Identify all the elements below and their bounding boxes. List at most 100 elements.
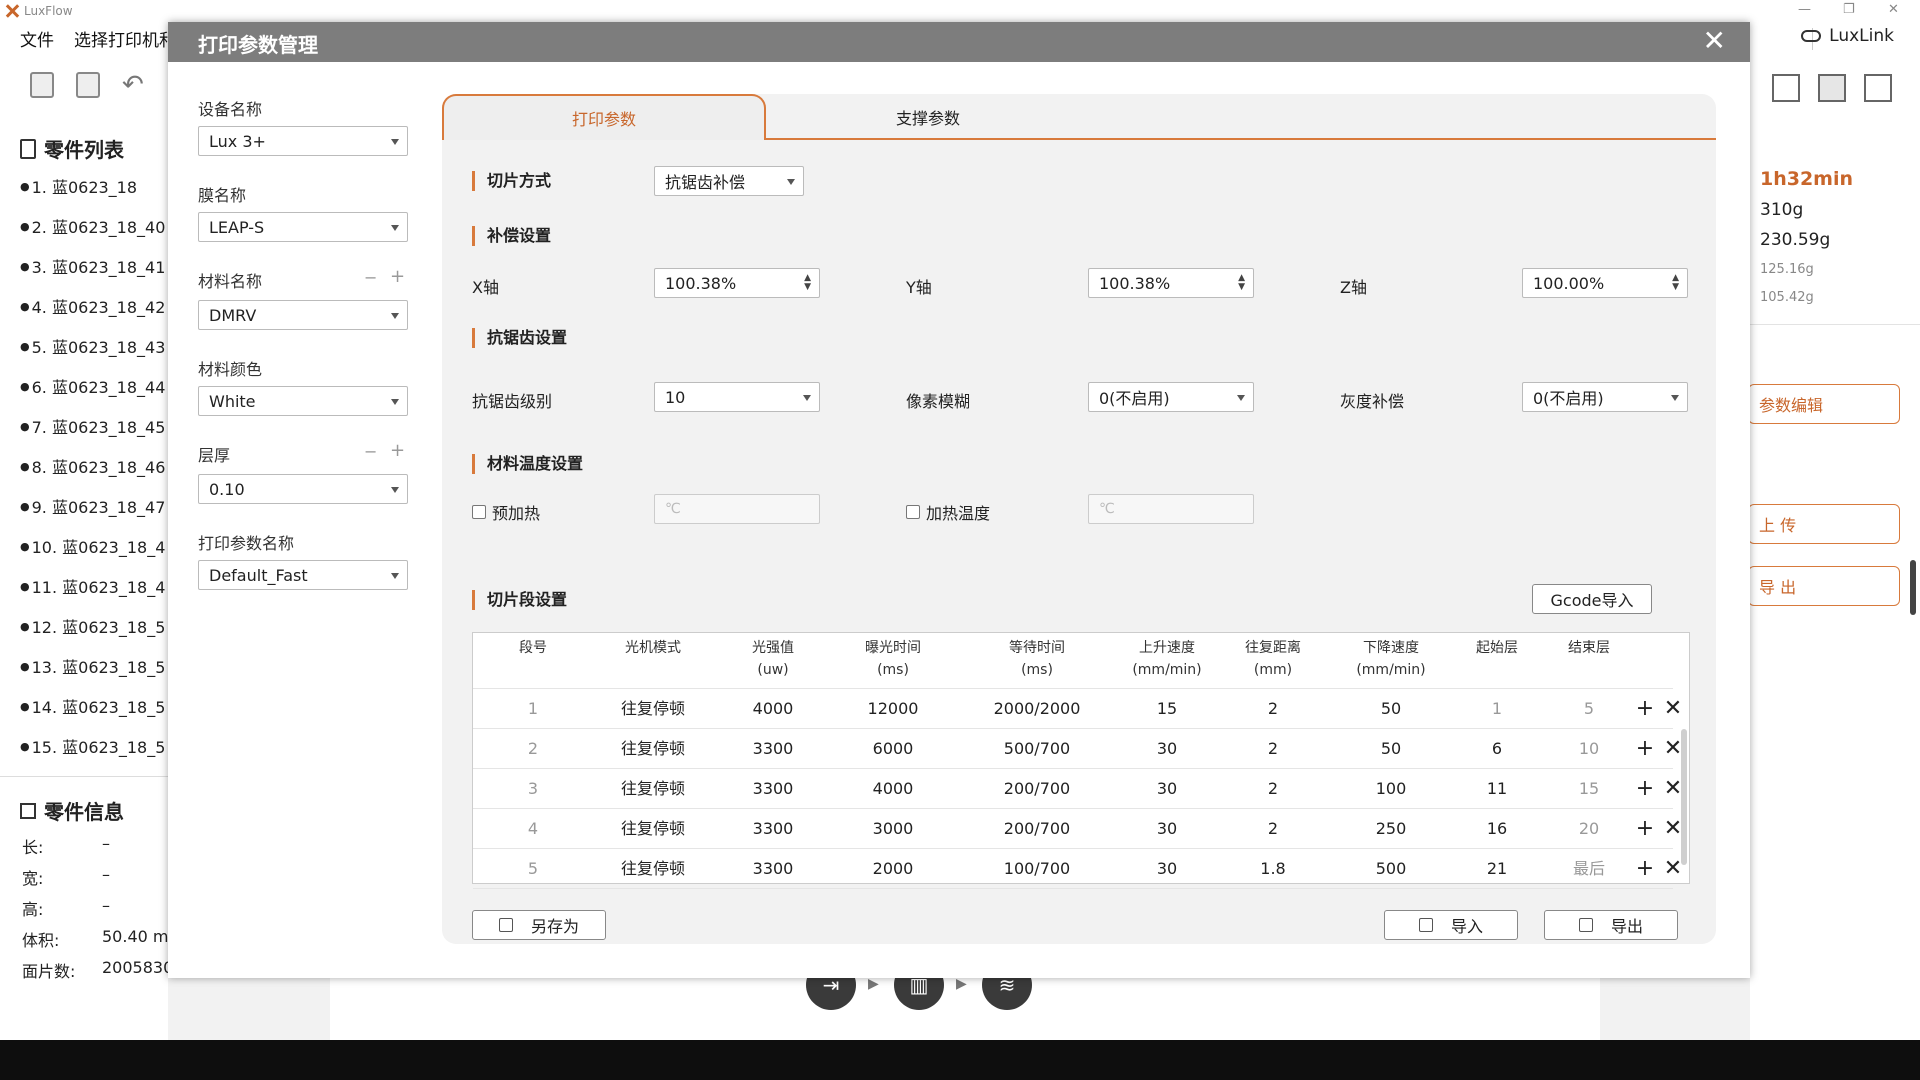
cell-seg-no[interactable]: 4 xyxy=(493,809,573,849)
right-panel-scrollbar[interactable] xyxy=(1910,560,1916,615)
cell-end-layer[interactable]: 10 xyxy=(1549,729,1629,769)
save-as-button[interactable]: 另存为 xyxy=(472,910,606,940)
cell-lift-speed[interactable]: 30 xyxy=(1117,849,1217,889)
restore-icon[interactable]: ❐ xyxy=(1843,2,1855,17)
cell-end-layer[interactable]: 15 xyxy=(1549,769,1629,809)
cell-start-layer[interactable]: 1 xyxy=(1457,689,1537,729)
cell-drop-speed[interactable]: 100 xyxy=(1331,769,1451,809)
z-axis-spinbox[interactable]: 100.00% ▲ ▼ xyxy=(1522,268,1688,298)
layer-thickness-select[interactable]: 0.10 xyxy=(198,474,408,504)
cell-wait-time[interactable]: 500/700 xyxy=(962,729,1112,769)
preheat-checkbox[interactable]: 预加热 xyxy=(472,500,540,524)
export-gcode-button[interactable]: 导 出 xyxy=(1748,566,1900,606)
material-add-button[interactable]: + xyxy=(390,266,405,287)
cell-wait-time[interactable]: 2000/2000 xyxy=(962,689,1112,729)
cell-start-layer[interactable]: 6 xyxy=(1457,729,1537,769)
cell-light-mode[interactable]: 往复停顿 xyxy=(593,809,713,849)
cell-wait-time[interactable]: 200/700 xyxy=(962,809,1112,849)
x-axis-spinbox[interactable]: 100.38% ▲ ▼ xyxy=(654,268,820,298)
list-item[interactable]: 10. 蓝0623_18_4 xyxy=(20,526,166,566)
view-front-icon[interactable] xyxy=(1772,74,1800,102)
cell-travel-dist[interactable]: 2 xyxy=(1223,689,1323,729)
cell-intensity[interactable]: 3300 xyxy=(728,769,818,809)
cell-seg-no[interactable]: 2 xyxy=(493,729,573,769)
add-segment-icon[interactable]: + xyxy=(1633,849,1657,889)
add-segment-icon[interactable]: + xyxy=(1633,729,1657,769)
list-item[interactable]: 1. 蓝0623_18 xyxy=(20,166,165,206)
cell-seg-no[interactable]: 5 xyxy=(493,849,573,889)
layer-add-button[interactable]: + xyxy=(390,440,405,461)
gray-comp-select[interactable]: 0(不启用) xyxy=(1522,382,1688,412)
cell-travel-dist[interactable]: 2 xyxy=(1223,729,1323,769)
cell-intensity[interactable]: 4000 xyxy=(728,689,818,729)
list-item[interactable]: 8. 蓝0623_18_46 xyxy=(20,446,166,486)
device-name-select[interactable]: Lux 3+ xyxy=(198,126,408,156)
list-item[interactable]: 15. 蓝0623_18_5 xyxy=(20,726,166,766)
list-item[interactable]: 11. 蓝0623_18_4 xyxy=(20,566,166,606)
list-item[interactable]: 2. 蓝0623_18_40 xyxy=(20,206,166,246)
delete-segment-icon[interactable]: ✕ xyxy=(1661,689,1685,729)
cell-end-layer[interactable]: 5 xyxy=(1549,689,1629,729)
aa-level-select[interactable]: 10 xyxy=(654,382,820,412)
tab-print-params[interactable]: 打印参数 xyxy=(442,94,766,140)
cell-travel-dist[interactable]: 1.8 xyxy=(1223,849,1323,889)
cell-lift-speed[interactable]: 30 xyxy=(1117,809,1217,849)
cell-exposure[interactable]: 12000 xyxy=(838,689,948,729)
cell-travel-dist[interactable]: 2 xyxy=(1223,769,1323,809)
add-segment-icon[interactable]: + xyxy=(1633,769,1657,809)
layer-remove-button[interactable]: − xyxy=(364,442,377,461)
pixel-blur-select[interactable]: 0(不启用) xyxy=(1088,382,1254,412)
list-item[interactable]: 7. 蓝0623_18_45 xyxy=(20,406,166,446)
cell-seg-no[interactable]: 3 xyxy=(493,769,573,809)
cell-lift-speed[interactable]: 30 xyxy=(1117,729,1217,769)
add-segment-icon[interactable]: + xyxy=(1633,689,1657,729)
preheat-temp-input[interactable]: ℃ xyxy=(654,494,820,524)
cell-travel-dist[interactable]: 2 xyxy=(1223,809,1323,849)
import-button[interactable]: 导入 xyxy=(1384,910,1518,940)
cell-light-mode[interactable]: 往复停顿 xyxy=(593,769,713,809)
cell-intensity[interactable]: 3300 xyxy=(728,809,818,849)
cell-light-mode[interactable]: 往复停顿 xyxy=(593,689,713,729)
slice-mode-select[interactable]: 抗锯齿补偿 xyxy=(654,166,804,196)
close-icon[interactable]: ✕ xyxy=(1703,26,1726,56)
gcode-import-button[interactable]: Gcode导入 xyxy=(1532,584,1652,614)
spin-arrows-icon[interactable]: ▲ ▼ xyxy=(1238,274,1245,292)
cell-intensity[interactable]: 3300 xyxy=(728,729,818,769)
cell-light-mode[interactable]: 往复停顿 xyxy=(593,729,713,769)
undo-icon[interactable]: ↶ xyxy=(122,70,144,100)
cell-end-layer[interactable]: 最后 xyxy=(1549,849,1629,889)
material-name-select[interactable]: DMRV xyxy=(198,300,408,330)
menu-select-printer[interactable]: 选择打印机和 xyxy=(74,26,176,51)
list-item[interactable]: 12. 蓝0623_18_5 xyxy=(20,606,166,646)
heat-temp-input[interactable]: ℃ xyxy=(1088,494,1254,524)
cell-exposure[interactable]: 4000 xyxy=(838,769,948,809)
y-axis-spinbox[interactable]: 100.38% ▲ ▼ xyxy=(1088,268,1254,298)
cell-start-layer[interactable]: 21 xyxy=(1457,849,1537,889)
add-segment-icon[interactable]: + xyxy=(1633,809,1657,849)
window-close-icon[interactable]: ✕ xyxy=(1888,2,1899,17)
cell-intensity[interactable]: 3300 xyxy=(728,849,818,889)
list-item[interactable]: 3. 蓝0623_18_41 xyxy=(20,246,166,286)
save-file-icon[interactable] xyxy=(76,72,100,98)
list-item[interactable]: 14. 蓝0623_18_5 xyxy=(20,686,166,726)
cell-drop-speed[interactable]: 50 xyxy=(1331,689,1451,729)
luxlink-button[interactable]: LuxLink xyxy=(1801,26,1894,46)
cell-exposure[interactable]: 2000 xyxy=(838,849,948,889)
tab-support-params[interactable]: 支撑参数 xyxy=(766,94,1090,140)
cell-drop-speed[interactable]: 50 xyxy=(1331,729,1451,769)
cell-exposure[interactable]: 6000 xyxy=(838,729,948,769)
export-button[interactable]: 导出 xyxy=(1544,910,1678,940)
material-remove-button[interactable]: − xyxy=(364,268,377,287)
checkbox-box[interactable] xyxy=(472,505,486,519)
view-side-icon[interactable] xyxy=(1864,74,1892,102)
open-file-icon[interactable] xyxy=(30,72,54,98)
list-item[interactable]: 13. 蓝0623_18_5 xyxy=(20,646,166,686)
minimize-icon[interactable]: — xyxy=(1798,2,1811,17)
upload-button[interactable]: 上 传 xyxy=(1748,504,1900,544)
list-item[interactable]: 9. 蓝0623_18_47 xyxy=(20,486,166,526)
view-iso-icon[interactable] xyxy=(1818,74,1846,102)
param-edit-button[interactable]: 参数编辑 xyxy=(1748,384,1900,424)
cell-wait-time[interactable]: 200/700 xyxy=(962,769,1112,809)
cell-end-layer[interactable]: 20 xyxy=(1549,809,1629,849)
cell-lift-speed[interactable]: 15 xyxy=(1117,689,1217,729)
